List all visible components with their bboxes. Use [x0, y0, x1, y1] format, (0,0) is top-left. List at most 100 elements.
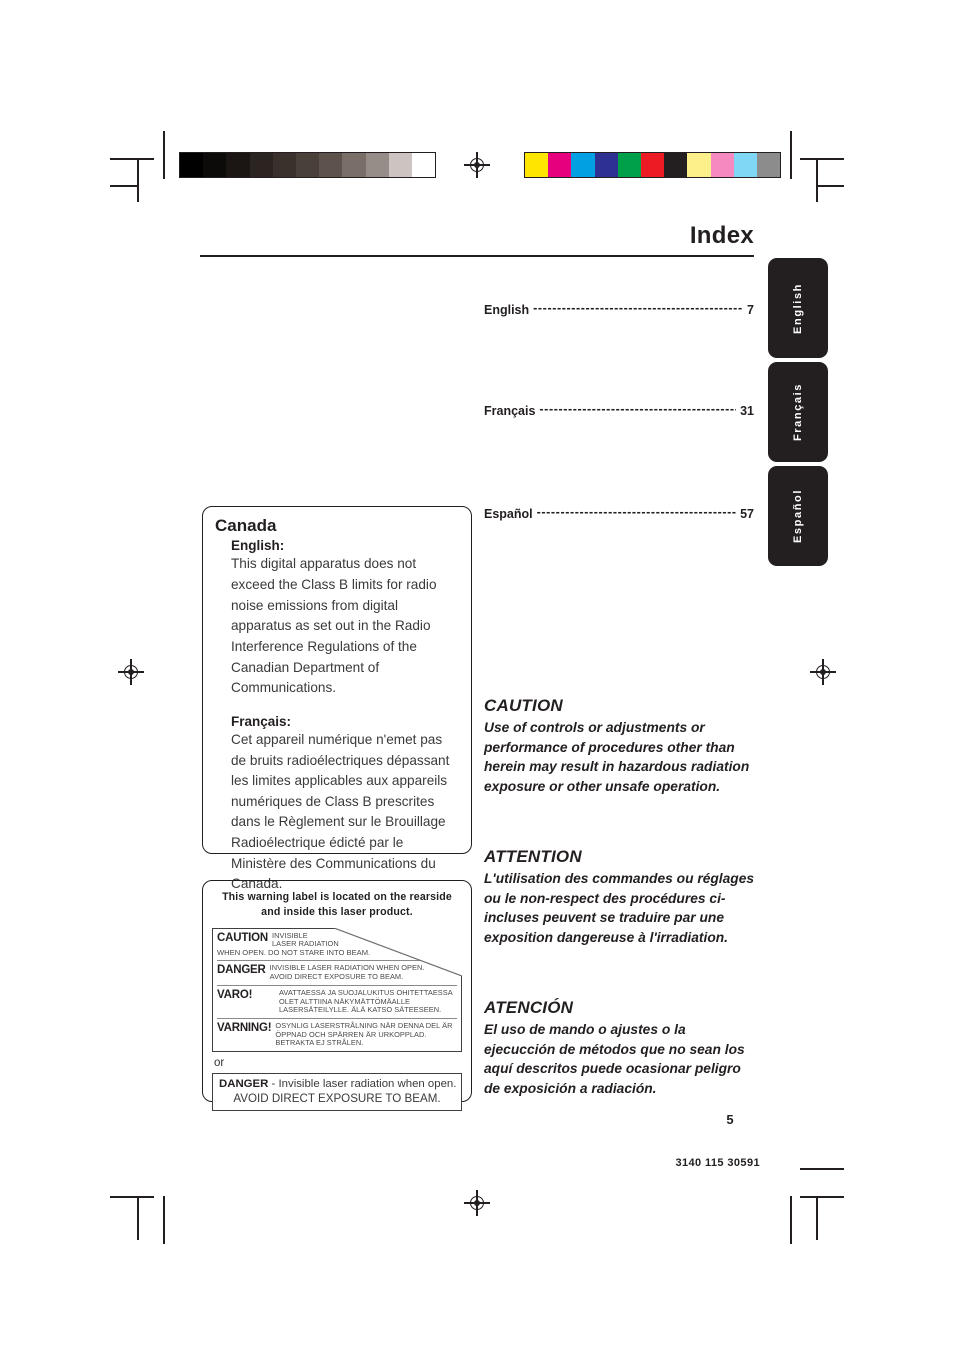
caution-title: ATTENTION: [484, 847, 582, 866]
danger-word: DANGER: [219, 1078, 269, 1091]
color-swatch-1: [548, 153, 572, 177]
caution-block-french: ATTENTION L'utilisation des commandes ou…: [484, 847, 756, 947]
crop-mark-top-left-h2: [110, 185, 138, 187]
language-tab-english[interactable]: English: [768, 258, 828, 358]
language-tab-francais[interactable]: Français: [768, 362, 828, 462]
toc-entry-english[interactable]: English --------------------------------…: [484, 301, 754, 317]
crop-mark-top-right-v2: [790, 131, 792, 179]
caution-body: Use of controls or adjustments or perfor…: [484, 720, 750, 794]
crop-mark-top-left-h: [110, 158, 154, 160]
color-swatch-10: [756, 153, 781, 177]
grayscale-swatch-2: [226, 153, 250, 177]
laser-warning-box: This warning label is located on the rea…: [202, 880, 472, 1112]
language-tab-label: Français: [792, 382, 804, 442]
toc-language-label: Español: [484, 507, 533, 521]
laser-row-word: DANGER: [217, 964, 266, 977]
toc-page-number: 7: [747, 303, 754, 317]
color-swatch-8: [710, 153, 734, 177]
grayscale-calibration-bar: [179, 152, 437, 178]
laser-row-caution: CAUTION INVISIBLE LASER RADIATION: [217, 931, 457, 949]
color-swatch-3: [594, 153, 618, 177]
registration-target-right: [810, 659, 836, 685]
crop-mark-bottom-right-h: [800, 1196, 844, 1198]
toc-language-label: English: [484, 303, 530, 317]
laser-label-divider: [217, 1017, 457, 1019]
toc-entry-espanol[interactable]: Español --------------------------------…: [484, 505, 754, 521]
canada-box-title: Canada: [215, 516, 277, 535]
color-swatch-0: [525, 153, 549, 177]
color-swatch-5: [640, 153, 665, 177]
crop-mark-top-left-v2: [163, 131, 165, 179]
grayscale-swatch-10: [411, 153, 436, 177]
language-tab-label: Español: [792, 489, 804, 543]
grayscale-swatch-6: [319, 153, 343, 177]
color-calibration-bar: [524, 152, 782, 178]
canada-french-body: Cet appareil numérique n'emet pas de bru…: [231, 731, 450, 892]
crop-mark-bottom-right-h2: [800, 1168, 844, 1170]
grayscale-swatch-7: [342, 153, 366, 177]
grayscale-swatch-4: [272, 153, 296, 177]
caution-title: CAUTION: [484, 696, 563, 715]
registration-target-left: [118, 659, 144, 685]
crop-mark-bottom-left-h: [110, 1196, 154, 1198]
crop-mark-top-right-v: [816, 158, 818, 202]
color-swatch-4: [617, 153, 641, 177]
laser-row-word: CAUTION: [217, 931, 268, 944]
toc-leader-dots: ----------------------------------------…: [536, 505, 737, 519]
toc-page-number: 57: [740, 507, 754, 521]
header-divider: [200, 255, 754, 258]
laser-row-text: OSYNLIG LASERSTRÅLNING NÄR DENNA DEL ÄR …: [275, 1020, 453, 1048]
crop-mark-top-right-h2: [816, 185, 844, 187]
canada-compliance-box: Canada English: This digital apparatus d…: [202, 506, 472, 891]
laser-label-divider: [217, 984, 457, 986]
document-page: Index English --------------------------…: [0, 0, 954, 1351]
toc-leader-dots: ----------------------------------------…: [539, 402, 737, 416]
registration-target-bottom: [464, 1190, 490, 1216]
toc-entry-francais[interactable]: Français -------------------------------…: [484, 402, 754, 418]
laser-label-divider: [217, 960, 457, 962]
laser-row-text: AVATTAESSA JA SUOJALUKITUS OHITETTAESSA …: [279, 987, 453, 1015]
caution-title: ATENCIÓN: [484, 998, 574, 1017]
crop-mark-top-left-v: [137, 158, 139, 202]
crop-mark-bottom-right-v2: [790, 1196, 792, 1244]
danger-label-graphic: DANGER - Invisible laser radiation when …: [212, 1073, 462, 1112]
laser-row-text: INVISIBLE LASER RADIATION WHEN OPEN. AVO…: [269, 963, 425, 982]
language-tab-label: English: [792, 282, 804, 334]
danger-line-1: DANGER - Invisible laser radiation when …: [219, 1078, 457, 1091]
crop-mark-bottom-left-v: [137, 1196, 139, 1240]
grayscale-swatch-1: [203, 153, 227, 177]
danger-line-2: AVOID DIRECT EXPOSURE TO BEAM.: [233, 1092, 441, 1106]
color-swatch-6: [664, 153, 688, 177]
grayscale-swatch-9: [388, 153, 412, 177]
language-tab-espanol[interactable]: Español: [768, 466, 828, 566]
registration-target-top: [464, 152, 490, 178]
caution-body: El uso de mando o ajustes o la ejecucció…: [484, 1022, 745, 1096]
warning-heading-line1: This warning label is located on the rea…: [222, 891, 452, 903]
grayscale-swatch-8: [365, 153, 389, 177]
laser-label-graphic: CAUTION INVISIBLE LASER RADIATION WHEN O…: [212, 927, 462, 1053]
crop-mark-bottom-right-v: [816, 1196, 818, 1240]
laser-row-caution-full: WHEN OPEN. DO NOT STARE INTO BEAM.: [217, 948, 371, 958]
caution-block-english: CAUTION Use of controls or adjustments o…: [484, 696, 756, 796]
danger-line-1-text: - Invisible laser radiation when open.: [268, 1078, 457, 1091]
toc-leader-dots: ----------------------------------------…: [533, 301, 743, 315]
laser-row-word: VARNING!: [217, 1021, 272, 1034]
laser-row-word: VARO!: [217, 988, 253, 1001]
laser-row-varning: VARNING! OSYNLIG LASERSTRÅLNING NÄR DENN…: [217, 1020, 457, 1048]
grayscale-swatch-5: [295, 153, 320, 177]
document-code: 3140 115 30591: [675, 1157, 760, 1169]
page-number: 5: [726, 1112, 734, 1127]
warning-heading-line2: and inside this laser product.: [261, 906, 413, 919]
laser-row-varo: VARO! AVATTAESSA JA SUOJALUKITUS OHITETT…: [217, 987, 457, 1015]
color-swatch-7: [687, 153, 711, 177]
canada-french-heading: Français:: [231, 713, 292, 729]
color-swatch-2: [571, 153, 595, 177]
caution-body: L'utilisation des commandes ou réglages …: [484, 871, 755, 945]
laser-row-danger: DANGER INVISIBLE LASER RADIATION WHEN OP…: [217, 963, 457, 982]
canada-english-heading: English:: [231, 538, 285, 554]
toc-language-label: Français: [484, 404, 536, 418]
crop-mark-top-right-h: [800, 158, 844, 160]
grayscale-swatch-0: [180, 153, 204, 177]
crop-mark-bottom-left-v2: [163, 1196, 165, 1244]
canada-english-body: This digital apparatus does not exceed t…: [231, 556, 437, 696]
